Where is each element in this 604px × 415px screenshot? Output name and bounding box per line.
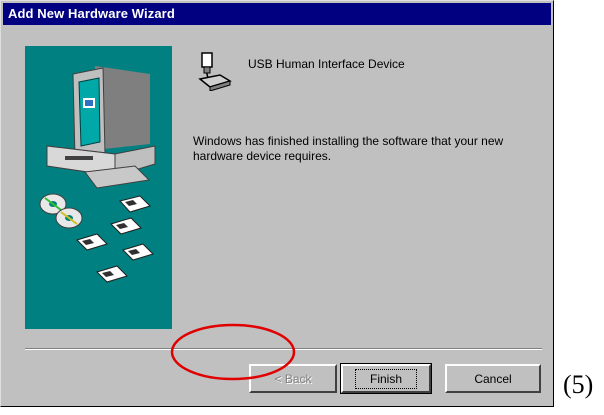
highlight-ellipse (170, 323, 296, 381)
device-name: USB Human Interface Device (248, 57, 405, 71)
window-title: Add New Hardware Wizard (8, 6, 175, 21)
computer-with-disks-illustration (39, 66, 156, 283)
title-bar[interactable]: Add New Hardware Wizard (3, 3, 551, 25)
figure-caption: (5) (563, 370, 594, 399)
usb-device-icon (198, 52, 232, 91)
completion-message: Windows has finished installing the soft… (193, 134, 504, 163)
finish-button[interactable]: Finish (340, 363, 432, 394)
wizard-graphic (25, 46, 172, 329)
finish-button-label: Finish (354, 368, 417, 389)
cancel-button[interactable]: Cancel (445, 364, 541, 393)
